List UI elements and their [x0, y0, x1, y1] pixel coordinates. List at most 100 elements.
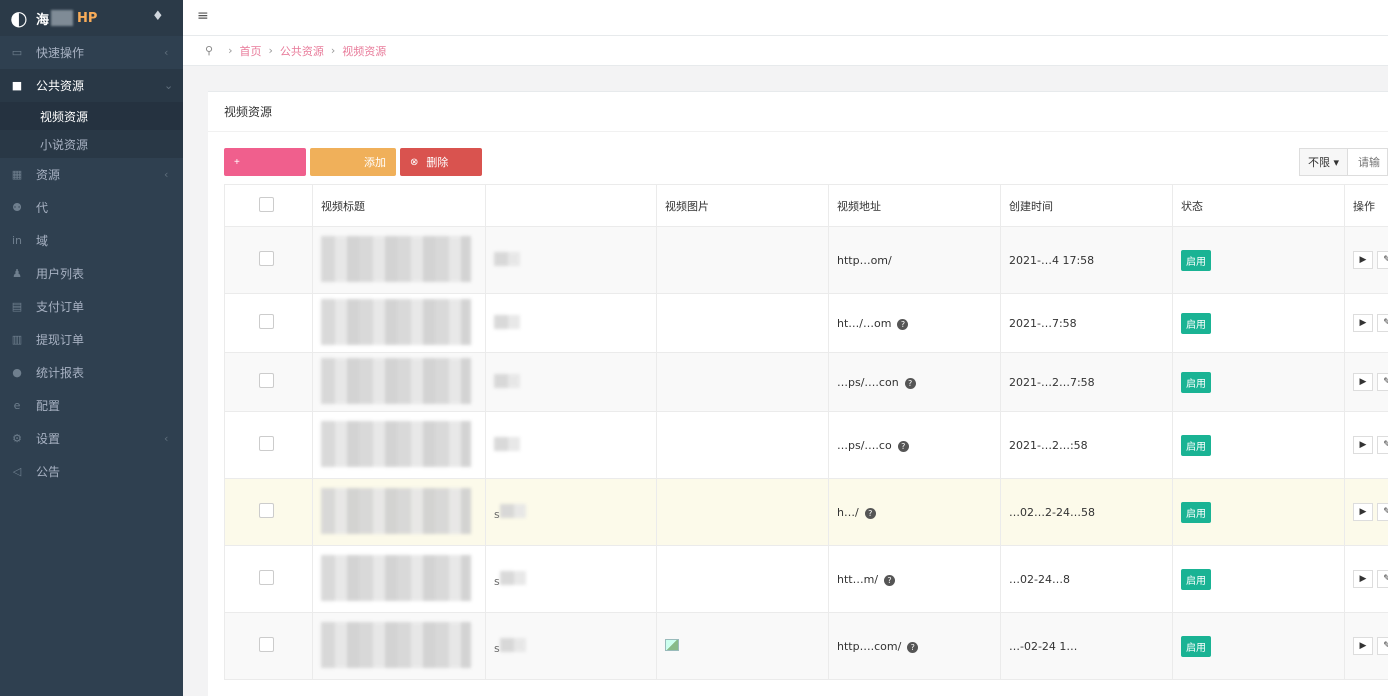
submenu-item[interactable]: 视频资源 [0, 102, 183, 130]
header-title[interactable]: 视频标题 [312, 184, 486, 227]
status-badge[interactable]: 启用 [1181, 568, 1211, 590]
play-icon[interactable]: ▶ [1353, 503, 1373, 521]
play-icon[interactable]: ▶ [1353, 436, 1373, 454]
edit-icon[interactable]: ✎ [1377, 436, 1388, 454]
title-cell [312, 478, 486, 546]
breadcrumb-video-resources[interactable]: 视频资源 [342, 43, 386, 59]
table-row[interactable]: …ps/….con? 2021-…2…7:58 启用 ▶✎ [224, 352, 1388, 412]
redacted-title [321, 621, 471, 668]
header-created[interactable]: 创建时间 [1000, 184, 1173, 227]
help-icon[interactable]: ? [864, 507, 876, 519]
edit-icon[interactable]: ✎ [1377, 373, 1388, 391]
help-icon[interactable]: ? [884, 574, 896, 586]
row-checkbox[interactable] [259, 251, 274, 266]
created-time: …02-24…8 [1009, 572, 1070, 586]
sidebar-item[interactable]: ▭ 快速操作 ‹ [0, 36, 183, 69]
col3-cell [485, 293, 657, 353]
sidebar-item[interactable]: ▤ 支付订单 [0, 290, 183, 323]
sidebar-item[interactable]: ◁ 公告 [0, 455, 183, 488]
status-badge[interactable]: 启用 [1181, 371, 1211, 393]
col3-cell [485, 352, 657, 412]
help-icon[interactable]: ? [904, 377, 916, 389]
theme-drop-icon[interactable]: ♦ [152, 9, 164, 24]
header-url[interactable]: 视频地址 [828, 184, 1001, 227]
sidebar-item-label: 代 [36, 201, 49, 215]
help-icon[interactable]: ? [897, 440, 909, 452]
row-select-cell [224, 478, 313, 546]
status-cell: 启用 [1172, 293, 1345, 353]
breadcrumb-home[interactable]: 首页 [239, 43, 261, 59]
breadcrumb-public-resources[interactable]: 公共资源 [280, 43, 324, 59]
table-row[interactable]: …ps/….co? 2021-…2…:58 启用 ▶✎ [224, 411, 1388, 479]
sidebar-item[interactable]: ⚉ 代 [0, 191, 183, 224]
status-cell: 启用 [1172, 612, 1345, 680]
edit-icon[interactable]: ✎ [1377, 251, 1388, 269]
sidebar-item[interactable]: ■ 公共资源 ⌄ [0, 69, 183, 102]
play-icon[interactable]: ▶ [1353, 251, 1373, 269]
status-badge[interactable]: 启用 [1181, 501, 1211, 523]
url-value: …ps/….co [837, 438, 892, 452]
row-checkbox[interactable] [259, 373, 274, 388]
row-select-cell [224, 612, 313, 680]
status-badge[interactable]: 启用 [1181, 312, 1211, 334]
redacted-value [494, 314, 520, 329]
sidebar-item[interactable]: ♟ 用户列表 [0, 257, 183, 290]
play-icon[interactable]: ▶ [1353, 314, 1373, 332]
grid-icon: ▦ [11, 168, 23, 181]
title-cell [312, 226, 486, 294]
sidebar-item-label: 公共资源 [36, 79, 85, 93]
redacted-value [499, 570, 526, 585]
sidebar-item-label: 设置 [36, 432, 61, 446]
bullhorn-icon: ◁ [12, 465, 22, 478]
row-checkbox[interactable] [259, 570, 274, 585]
sidebar-item[interactable]: ▦ 资源 ‹ [0, 158, 183, 191]
url-value: h…/ [837, 505, 859, 519]
sidebar-item-label: 支付订单 [36, 300, 85, 314]
status-badge[interactable]: 启用 [1181, 434, 1211, 456]
refresh-button[interactable]: + [224, 148, 306, 176]
edit-icon[interactable]: ✎ [1377, 637, 1388, 655]
sidebar-item[interactable]: ▥ 提现订单 [0, 323, 183, 356]
sidebar-item[interactable]: e 配置 [0, 389, 183, 422]
sidebar-item[interactable]: in 域 [0, 224, 183, 257]
actions-cell: ▶✎ [1344, 293, 1388, 353]
select-all-checkbox[interactable] [259, 196, 274, 212]
edit-icon[interactable]: ✎ [1377, 314, 1388, 332]
url-cell: …ps/….con? [828, 352, 1001, 412]
status-badge[interactable]: 启用 [1181, 249, 1211, 271]
play-icon[interactable]: ▶ [1353, 570, 1373, 588]
edit-icon[interactable]: ✎ [1377, 503, 1388, 521]
breadcrumb: ⚲ › 首页 › 公共资源 › 视频资源 [183, 36, 1388, 66]
col3-cell: s [485, 612, 657, 680]
table-row[interactable]: ht…/…om? 2021-…7:58 启用 ▶✎ [224, 293, 1388, 353]
table-row[interactable]: s h…/? …02…2-24…58 启用 ▶✎ [224, 478, 1388, 546]
play-icon[interactable]: ▶ [1353, 373, 1373, 391]
add-button[interactable]: 添加 [310, 148, 396, 176]
table-row[interactable]: http…om/2021-…4 17:58 启用 ▶✎ [224, 226, 1388, 294]
filter-select[interactable]: 不限 ▾ [1298, 148, 1348, 176]
header-col3 [485, 184, 657, 227]
row-checkbox[interactable] [259, 436, 274, 451]
row-checkbox[interactable] [259, 503, 274, 518]
header-status[interactable]: 状态 [1172, 184, 1345, 227]
delete-button[interactable]: ⊗ 删除 [400, 148, 482, 176]
submenu-item[interactable]: 小说资源 [0, 130, 183, 158]
table-row[interactable]: s http….com/? …-02-24 1… 启用 ▶✎ [224, 612, 1388, 680]
play-icon[interactable]: ▶ [1353, 637, 1373, 655]
sidebar-item[interactable]: ● 统计报表 [0, 356, 183, 389]
edge-icon: e [13, 399, 21, 412]
status-badge[interactable]: 启用 [1181, 635, 1211, 657]
row-checkbox[interactable] [259, 314, 274, 329]
edit-icon[interactable]: ✎ [1377, 570, 1388, 588]
sidebar-nav: ▭ 快速操作 ‹ ■ 公共资源 ⌄ 视频资源 小说资源 ▦ 资源 ‹ ⚉ 代 in 域 ♟ 用户列表 ▤ 支付订单 ▥… [0, 36, 183, 488]
sidebar-item-label: 域 [36, 234, 49, 248]
sidebar-item[interactable]: ⚙ 设置 ‹ [0, 422, 183, 455]
table-row[interactable]: s htt…m/? …02-24…8 启用 ▶✎ [224, 545, 1388, 613]
help-icon[interactable]: ? [907, 641, 919, 653]
row-checkbox[interactable] [259, 637, 274, 652]
sidebar-item-label: 用户列表 [36, 267, 85, 281]
help-icon[interactable]: ? [897, 318, 909, 330]
search-input[interactable] [1348, 148, 1388, 176]
header-image[interactable]: 视频图片 [656, 184, 829, 227]
menu-toggle-icon[interactable]: ≡ [197, 8, 209, 24]
